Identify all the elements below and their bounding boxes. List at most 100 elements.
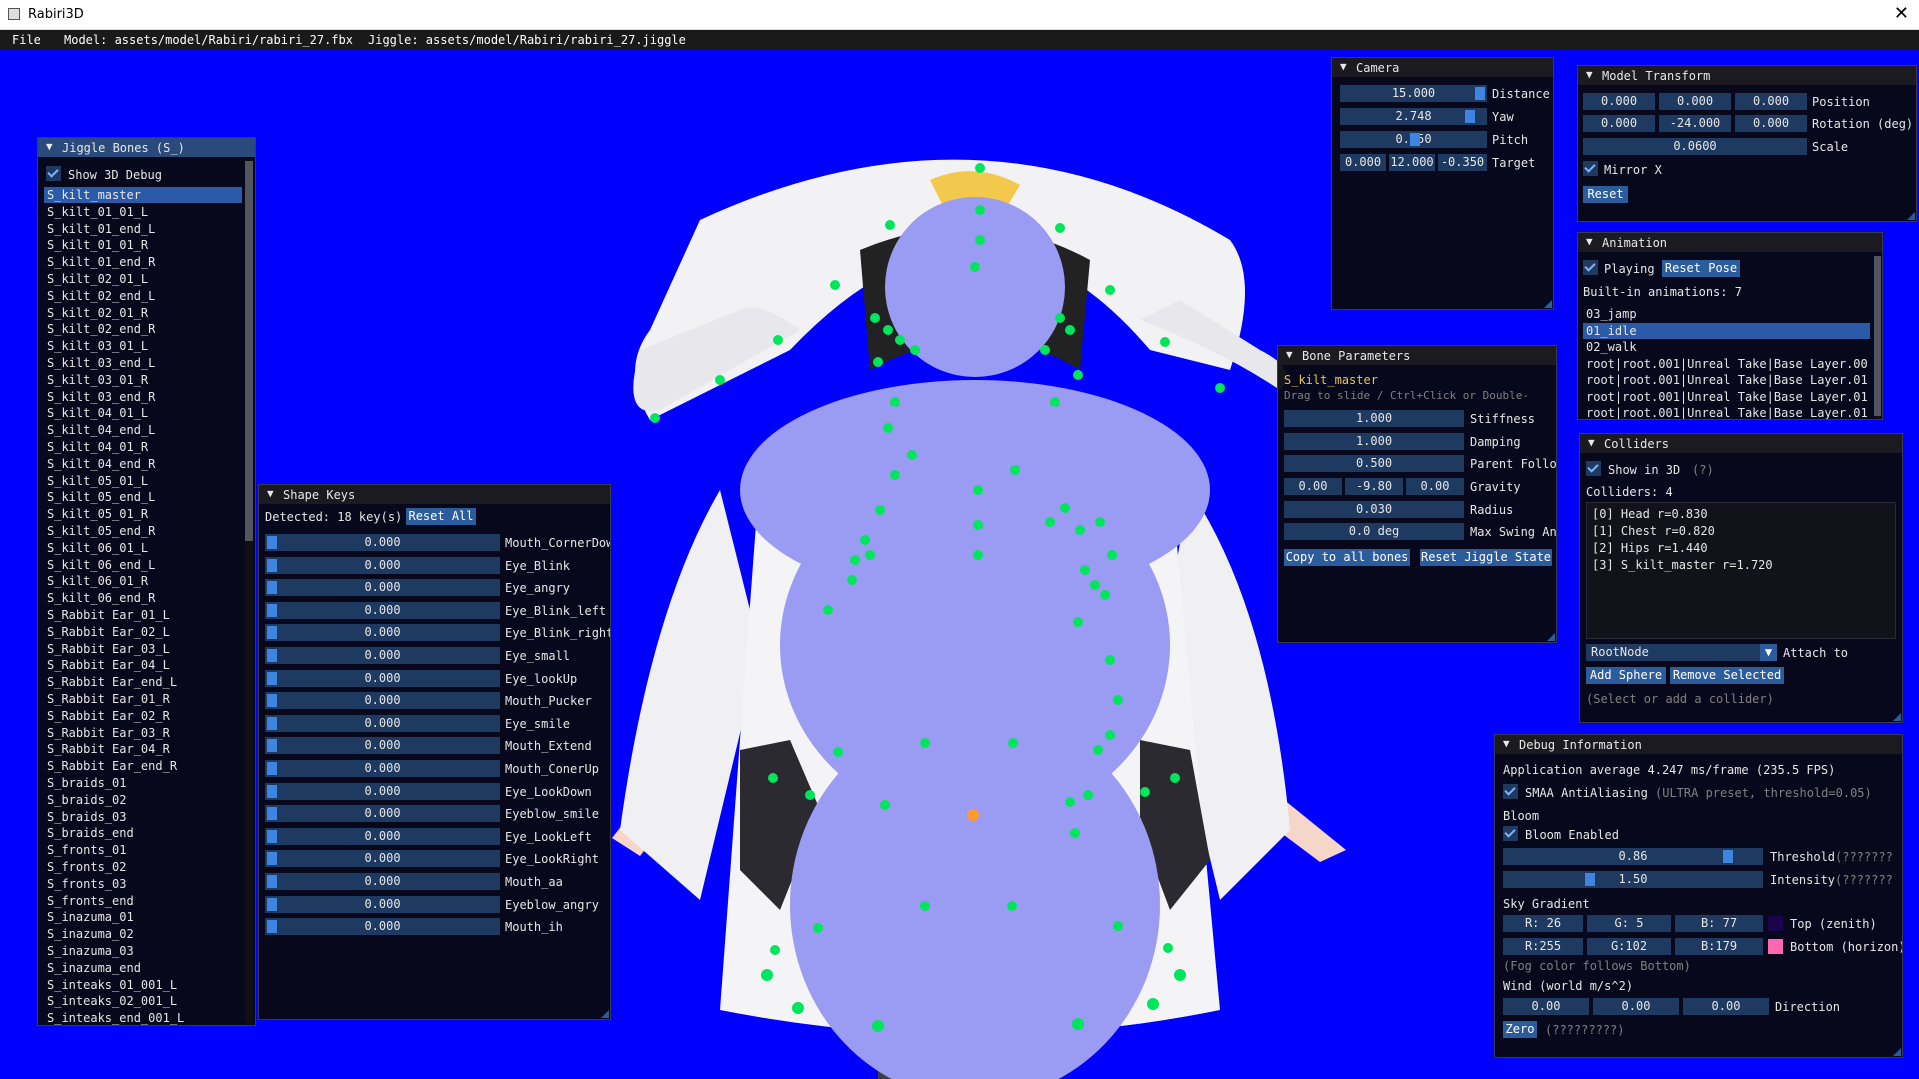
bone-list-item[interactable]: S_kilt_06_01_L xyxy=(44,540,242,556)
bone-list-item[interactable]: S_kilt_01_end_R xyxy=(44,254,242,270)
bone-list-item[interactable]: S_kilt_master xyxy=(44,187,242,203)
animation-list-item[interactable]: 03_jamp xyxy=(1583,306,1870,322)
top-color-swatch[interactable] xyxy=(1768,916,1783,931)
bone-list-item[interactable]: S_kilt_06_01_R xyxy=(44,573,242,589)
mirror-x-checkbox-unchecked[interactable] xyxy=(1583,161,1598,176)
gravity-z-field[interactable]: 0.00 xyxy=(1406,478,1464,495)
add-sphere-button[interactable]: Add Sphere xyxy=(1586,667,1666,684)
bone-list-item[interactable]: S_kilt_04_end_L xyxy=(44,422,242,438)
bone-list-item[interactable]: S_kilt_03_end_L xyxy=(44,355,242,371)
bone-list-item[interactable]: S_kilt_06_end_R xyxy=(44,590,242,606)
menu-file[interactable]: File xyxy=(12,33,41,47)
copy-to-all-bones-button[interactable]: Copy to all bones xyxy=(1284,549,1410,566)
bone-list-item[interactable]: S_kilt_01_01_L xyxy=(44,204,242,220)
resize-grip[interactable] xyxy=(1907,212,1915,220)
position-y-field[interactable]: 0.000 xyxy=(1659,93,1731,110)
bone-list-item[interactable]: S_kilt_04_01_R xyxy=(44,439,242,455)
target-y-field[interactable]: 12.000 xyxy=(1389,154,1435,171)
bone-list-item[interactable]: S_braids_end xyxy=(44,825,242,841)
bone-list-item[interactable]: S_kilt_01_01_R xyxy=(44,237,242,253)
yaw-grab[interactable] xyxy=(1465,110,1475,123)
stiffness-slider[interactable]: 1.000 xyxy=(1284,410,1464,427)
collapse-icon[interactable]: ▼ xyxy=(1340,60,1347,73)
remove-selected-button[interactable]: Remove Selected xyxy=(1670,667,1784,684)
wind-y-field[interactable]: 0.00 xyxy=(1593,998,1679,1015)
zero-wind-button[interactable]: Zero xyxy=(1503,1021,1537,1038)
animation-scroll-thumb[interactable] xyxy=(1874,256,1881,416)
rotation-x-field[interactable]: 0.000 xyxy=(1583,115,1655,132)
collider-list-item[interactable]: [0] Head r=0.830 xyxy=(1589,506,1889,522)
reset-all-button[interactable]: Reset All xyxy=(406,508,476,525)
bone-list-item[interactable]: S_kilt_02_01_L xyxy=(44,271,242,287)
bone-list-item[interactable]: S_braids_02 xyxy=(44,792,242,808)
bottom-g-field[interactable]: G:102 xyxy=(1587,938,1671,955)
resize-grip[interactable] xyxy=(1893,713,1901,721)
resize-grip[interactable] xyxy=(1547,633,1555,641)
pitch-slider[interactable]: 0.050 xyxy=(1340,131,1487,148)
bone-list-item[interactable]: S_Rabbit Ear_end_R xyxy=(44,758,242,774)
bone-list-item[interactable]: S_kilt_03_end_R xyxy=(44,389,242,405)
distance-grab[interactable] xyxy=(1475,87,1485,100)
rotation-z-field[interactable]: 0.000 xyxy=(1735,115,1807,132)
animation-list-item[interactable]: 01_idle xyxy=(1583,322,1870,339)
bone-list-item[interactable]: S_kilt_05_end_L xyxy=(44,489,242,505)
collapse-icon[interactable]: ▼ xyxy=(1586,68,1593,81)
bone-list-item[interactable]: S_inteaks_02_001_L xyxy=(44,993,242,1009)
max-swing-slider[interactable]: 0.0 deg xyxy=(1284,523,1464,540)
animation-list-item[interactable]: 02_walk xyxy=(1583,339,1870,355)
model-transform-header[interactable]: ▼ Model Transform xyxy=(1578,66,1916,85)
target-x-field[interactable]: 0.000 xyxy=(1340,154,1386,171)
resize-grip[interactable] xyxy=(601,1010,609,1018)
bone-parameters-header[interactable]: ▼ Bone Parameters xyxy=(1278,346,1556,365)
bone-list-item[interactable]: S_inazuma_01 xyxy=(44,909,242,925)
bone-list-item[interactable]: S_inteaks_end_001_L xyxy=(44,1010,242,1025)
bone-list-item[interactable]: S_Rabbit Ear_end_L xyxy=(44,674,242,690)
bone-list-item[interactable]: S_inazuma_02 xyxy=(44,926,242,942)
collapse-icon[interactable]: ▼ xyxy=(1503,737,1510,750)
bone-list-item[interactable]: S_fronts_end xyxy=(44,893,242,909)
top-g-field[interactable]: G: 5 xyxy=(1587,915,1671,932)
bone-list-item[interactable]: S_fronts_01 xyxy=(44,842,242,858)
attach-dropdown[interactable]: RootNode xyxy=(1586,644,1760,661)
target-z-field[interactable]: -0.350 xyxy=(1438,154,1487,171)
yaw-slider[interactable]: 2.748 xyxy=(1340,108,1487,125)
bone-list-item[interactable]: S_braids_03 xyxy=(44,809,242,825)
animation-list-item[interactable]: root|root.001|Unreal Take|Base Layer.00 xyxy=(1583,356,1870,372)
bone-list-item[interactable]: S_inazuma_end xyxy=(44,960,242,976)
bone-list-item[interactable]: S_kilt_04_01_L xyxy=(44,405,242,421)
gravity-y-field[interactable]: -9.80 xyxy=(1345,478,1403,495)
bone-list-item[interactable]: S_kilt_02_01_R xyxy=(44,305,242,321)
bone-list-item[interactable]: S_Rabbit Ear_04_L xyxy=(44,657,242,673)
debug-information-header[interactable]: ▼ Debug Information xyxy=(1495,735,1902,754)
collapse-icon[interactable]: ▼ xyxy=(46,140,53,153)
smaa-checkbox[interactable] xyxy=(1503,784,1518,799)
animation-list-item[interactable]: root|root.001|Unreal Take|Base Layer.01 xyxy=(1583,405,1870,419)
bottom-r-field[interactable]: R:255 xyxy=(1503,938,1583,955)
bone-list-item[interactable]: S_kilt_05_end_R xyxy=(44,523,242,539)
threshold-grab[interactable] xyxy=(1723,850,1733,863)
playing-checkbox[interactable] xyxy=(1583,260,1598,275)
bone-list-item[interactable]: S_Rabbit Ear_02_R xyxy=(44,708,242,724)
gravity-x-field[interactable]: 0.00 xyxy=(1284,478,1342,495)
bottom-color-swatch[interactable] xyxy=(1768,939,1783,954)
bone-list-item[interactable]: S_Rabbit Ear_03_R xyxy=(44,725,242,741)
damping-slider[interactable]: 1.000 xyxy=(1284,433,1464,450)
bone-list-item[interactable]: S_kilt_06_end_L xyxy=(44,557,242,573)
bone-list-item[interactable]: S_kilt_05_01_R xyxy=(44,506,242,522)
jiggle-bones-header[interactable]: ▼ Jiggle Bones (S_) xyxy=(38,138,255,157)
bone-list-item[interactable]: S_kilt_03_01_R xyxy=(44,372,242,388)
bloom-enabled-checkbox[interactable] xyxy=(1503,826,1518,841)
camera-header[interactable]: ▼ Camera xyxy=(1332,58,1553,77)
bone-list-item[interactable]: S_kilt_02_end_L xyxy=(44,288,242,304)
collider-list-item[interactable]: [3] S_kilt_master r=1.720 xyxy=(1589,557,1889,573)
bone-list-item[interactable]: S_braids_01 xyxy=(44,775,242,791)
collider-list-item[interactable]: [2] Hips r=1.440 xyxy=(1589,540,1889,556)
help-icon[interactable]: (?) xyxy=(1692,463,1714,477)
animation-list-item[interactable]: root|root.001|Unreal Take|Base Layer.01 xyxy=(1583,372,1870,388)
radius-slider[interactable]: 0.030 xyxy=(1284,501,1464,518)
close-icon[interactable]: ✕ xyxy=(1894,3,1909,24)
bone-list-scroll-thumb[interactable] xyxy=(245,161,253,541)
position-x-field[interactable]: 0.000 xyxy=(1583,93,1655,110)
parent-follow-slider[interactable]: 0.500 xyxy=(1284,455,1464,472)
top-r-field[interactable]: R: 26 xyxy=(1503,915,1583,932)
